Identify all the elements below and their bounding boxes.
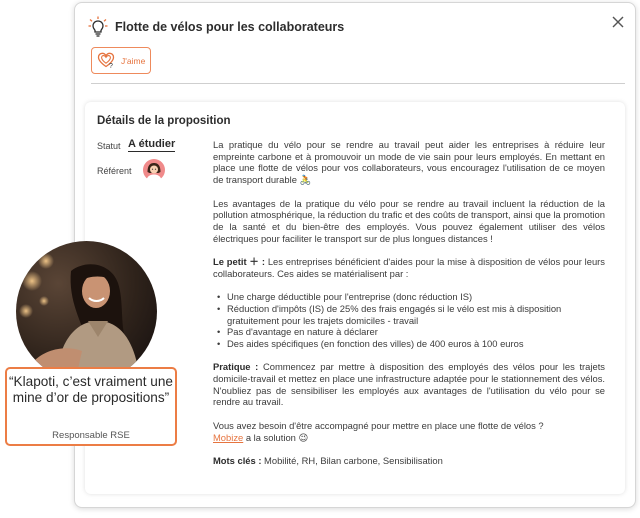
lightbulb-icon xyxy=(88,16,108,37)
list-item: Réduction d'impôts (IS) de 25% des frais… xyxy=(217,303,605,326)
help-suffix: a la solution 😉 xyxy=(243,431,309,443)
plus-text: Les entreprises bénéficient d'aides pour… xyxy=(213,256,605,279)
pratique-paragraph: Pratique : Commencez par mettre à dispos… xyxy=(213,361,605,408)
testimonial-author: Responsable RSE xyxy=(52,430,130,441)
modal-title: Flotte de vélos pour les collaborateurs xyxy=(115,20,345,34)
proposition-description: La pratique du vélo pour se rendre au tr… xyxy=(213,139,605,478)
like-button[interactable]: ? J'aime xyxy=(91,47,151,74)
plus-paragraph: Le petit ＋ : Les entreprises bénéficient… xyxy=(213,256,605,279)
keywords-paragraph: Mots clés : Mobilité, RH, Bilan carbone,… xyxy=(213,455,605,467)
referent-avatar[interactable] xyxy=(143,159,165,181)
statut-value[interactable]: A étudier xyxy=(128,138,176,152)
close-icon[interactable] xyxy=(611,15,625,29)
testimonial-quote: “Klapoti, c’est vraiment une mine d’or d… xyxy=(9,374,173,405)
list-item: Des aides spécifiques (en fonction des v… xyxy=(217,338,605,350)
help-text: Vous avez besoin d'être accompagné pour … xyxy=(213,419,544,431)
intro-paragraph: La pratique du vélo pour se rendre au tr… xyxy=(213,139,605,186)
like-label: J'aime xyxy=(121,56,146,66)
statut-label: Statut xyxy=(97,141,121,151)
benefits-paragraph: Les avantages de la pratique du vélo pou… xyxy=(213,197,605,244)
plus-label: Le petit ＋ : xyxy=(213,256,265,267)
referent-label: Référent xyxy=(97,166,132,176)
list-item: Pas d'avantage en nature à déclarer xyxy=(217,326,605,338)
testimonial-quote-box: “Klapoti, c’est vraiment une mine d’or d… xyxy=(5,367,177,446)
list-item: Une charge déductible pour l'entreprise … xyxy=(217,291,605,303)
pratique-label: Pratique : xyxy=(213,361,259,373)
testimonial-photo xyxy=(16,241,157,382)
mobize-link[interactable]: Mobize xyxy=(213,432,243,443)
keywords-text: Mobilité, RH, Bilan carbone, Sensibilisa… xyxy=(261,454,443,466)
aid-list: Une charge déductible pour l'entreprise … xyxy=(213,291,605,350)
details-heading: Détails de la proposition xyxy=(97,115,231,127)
help-paragraph: Vous avez besoin d'être accompagné pour … xyxy=(213,420,605,443)
like-help-mark: ? xyxy=(109,63,113,70)
pratique-text: Commencez par mettre à disposition des e… xyxy=(213,361,605,408)
keywords-label: Mots clés : xyxy=(213,454,262,466)
divider xyxy=(91,83,625,84)
